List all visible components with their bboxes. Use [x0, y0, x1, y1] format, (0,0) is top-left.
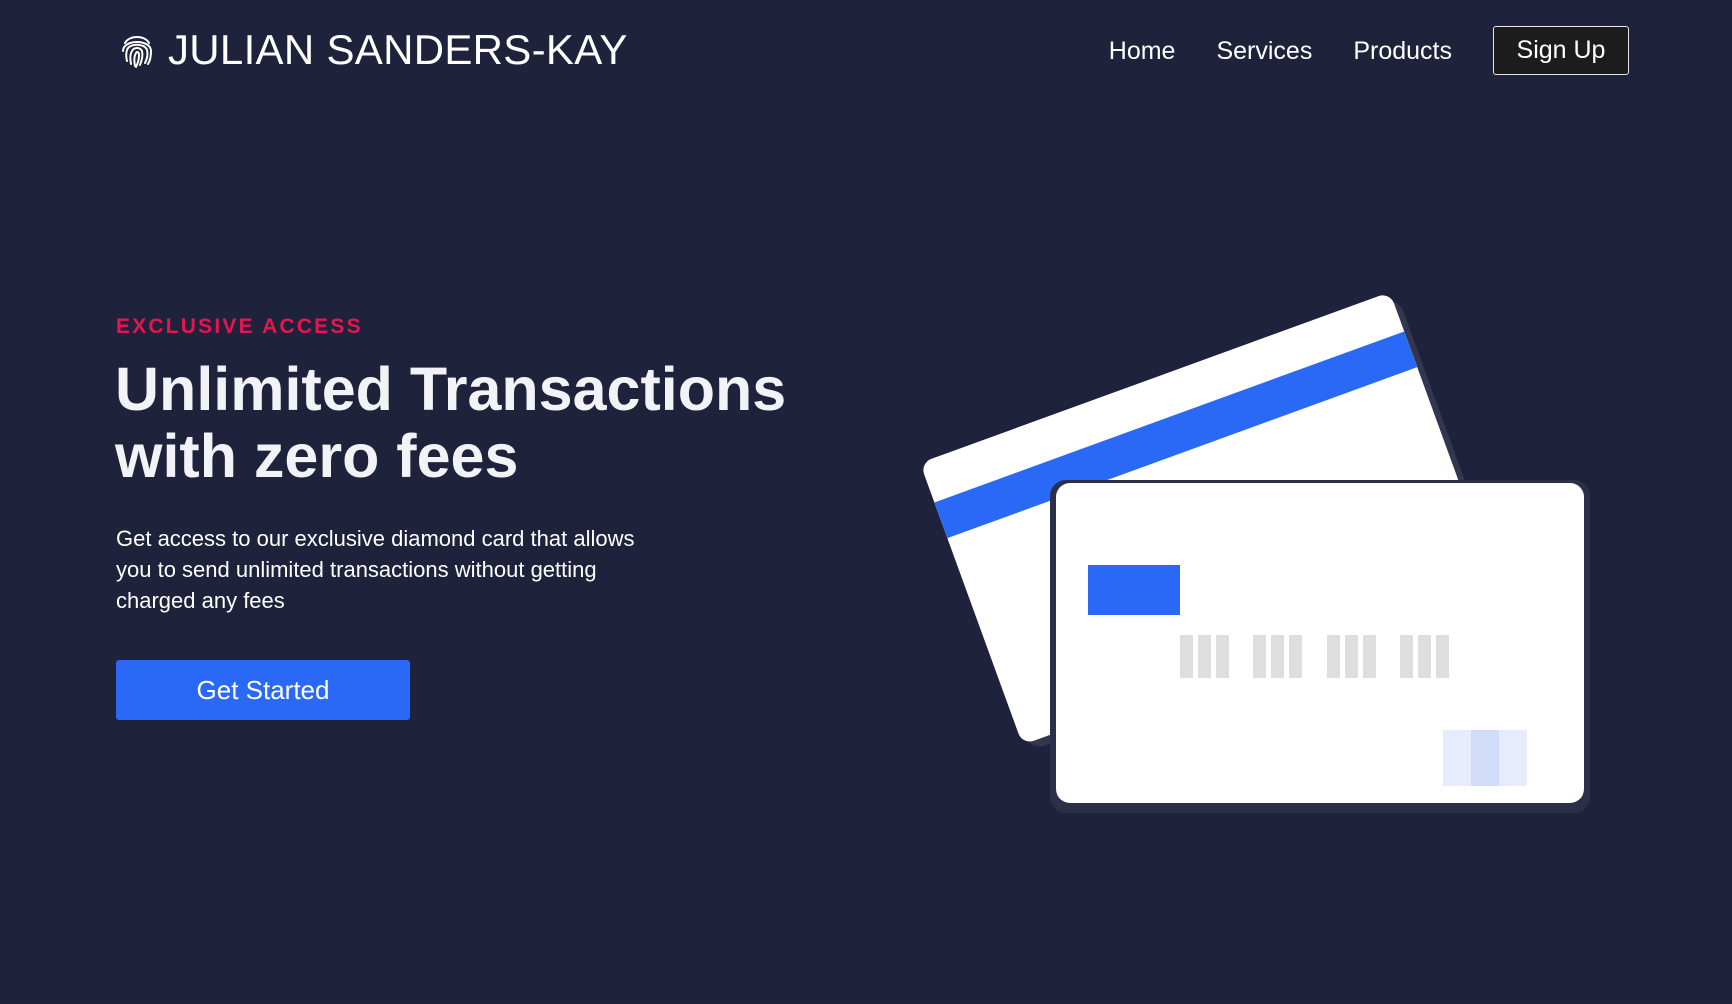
landing-page: JULIAN SANDERS-KAY Home Services Product…: [0, 0, 1732, 1004]
hero-headline: Unlimited Transactions with zero fees: [115, 356, 835, 490]
card-logo-mark: [1443, 730, 1527, 786]
brand-logo[interactable]: JULIAN SANDERS-KAY: [120, 28, 628, 72]
credit-cards-illustration: [900, 295, 1620, 835]
fingerprint-icon: [122, 36, 153, 68]
get-started-button[interactable]: Get Started: [116, 660, 410, 720]
credit-cards-graphic: [923, 295, 1590, 813]
nav-link-products[interactable]: Products: [1353, 27, 1452, 75]
brand-name: JULIAN SANDERS-KAY: [168, 26, 628, 73]
hero-headline-line2: with zero fees: [115, 422, 519, 490]
main-nav: Home Services Products Sign Up: [1109, 26, 1629, 75]
hero-headline-line1: Unlimited Transactions: [115, 355, 787, 423]
card-chip: [1088, 565, 1180, 615]
sign-up-button[interactable]: Sign Up: [1493, 26, 1629, 75]
hero-eyebrow: EXCLUSIVE ACCESS: [116, 315, 363, 338]
hero-description: Get access to our exclusive diamond card…: [116, 526, 635, 613]
nav-link-services[interactable]: Services: [1216, 27, 1312, 75]
front-card: [1050, 480, 1590, 813]
nav-link-home[interactable]: Home: [1109, 27, 1176, 75]
